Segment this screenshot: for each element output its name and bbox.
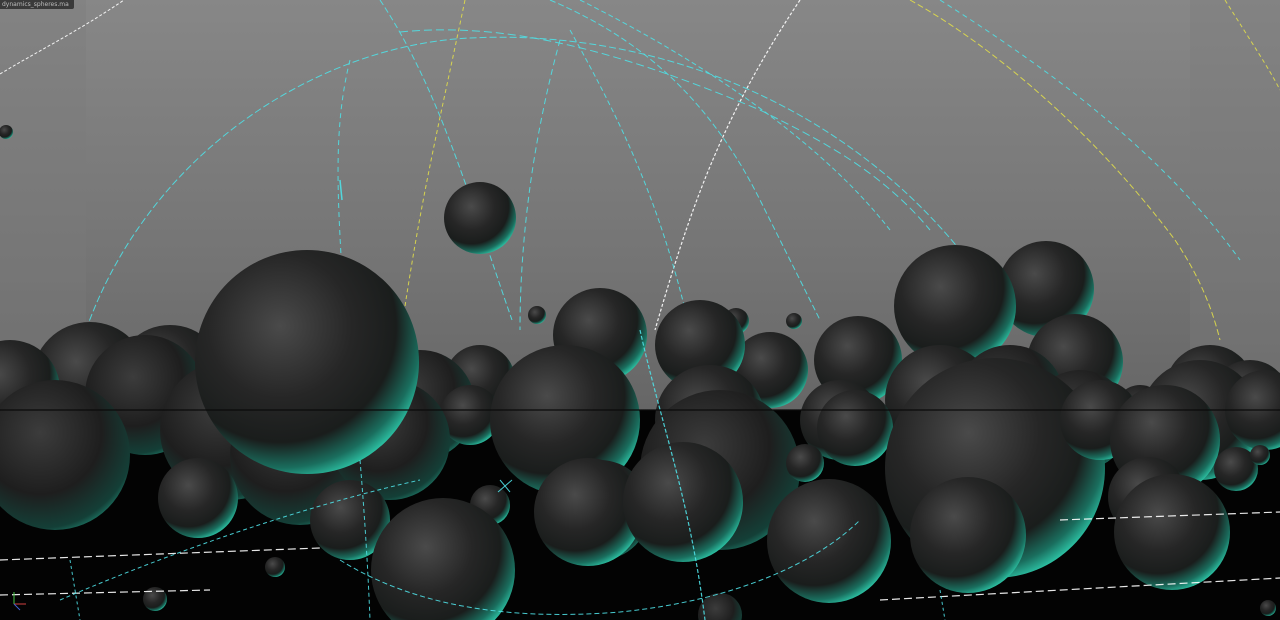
viewport-scene[interactable] [0, 0, 1280, 620]
particle-sphere[interactable] [195, 250, 419, 474]
particle-sphere[interactable] [528, 306, 546, 324]
viewport-corner-label: dynamics_spheres.ma [0, 0, 74, 9]
particle-sphere[interactable] [817, 390, 893, 466]
particle-sphere[interactable] [1260, 600, 1276, 616]
particle-sphere[interactable] [910, 477, 1026, 593]
particle-sphere[interactable] [1250, 445, 1270, 465]
particle-sphere[interactable] [158, 458, 238, 538]
particle-sphere[interactable] [786, 313, 802, 329]
particle-sphere[interactable] [1114, 474, 1230, 590]
particle-sphere[interactable] [265, 557, 285, 577]
particle-sphere[interactable] [767, 479, 891, 603]
3d-viewport[interactable]: dynamics_spheres.ma [0, 0, 1280, 620]
particle-sphere[interactable] [623, 442, 743, 562]
particle-sphere[interactable] [444, 182, 516, 254]
particle-sphere[interactable] [786, 444, 824, 482]
